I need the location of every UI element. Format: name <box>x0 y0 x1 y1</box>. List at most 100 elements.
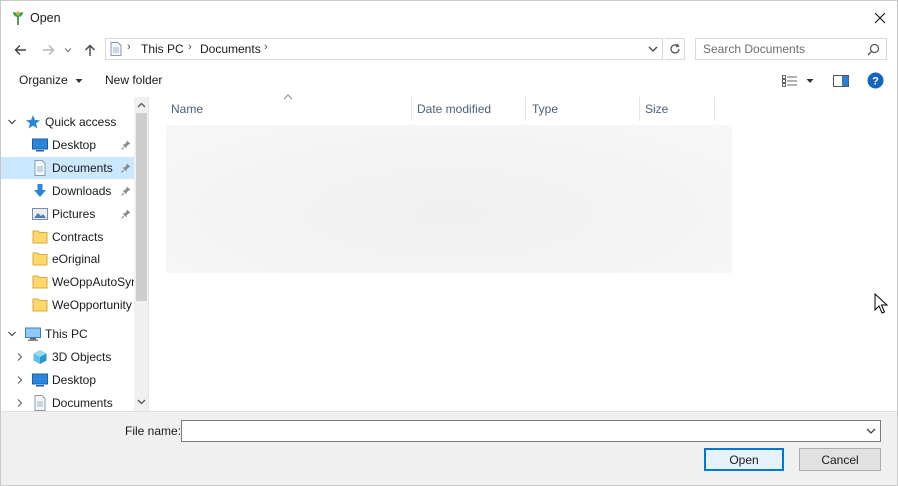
tree-label: 3D Objects <box>52 350 112 364</box>
scroll-down-button[interactable] <box>136 396 147 408</box>
star-icon <box>26 115 40 129</box>
command-bar: Organize New folder ? <box>1 67 897 95</box>
breadcrumb-separator-icon: › <box>127 41 131 53</box>
chevron-up-icon <box>137 102 146 108</box>
chevron-down-icon <box>648 46 658 52</box>
pin-icon[interactable] <box>121 209 131 219</box>
breadcrumb-this-pc[interactable]: This PC <box>141 42 184 56</box>
pictures-icon <box>32 208 48 220</box>
change-view-button[interactable] <box>782 73 814 89</box>
close-button[interactable] <box>863 1 897 35</box>
column-header-name[interactable]: Name <box>171 97 203 121</box>
mouse-cursor-icon <box>874 293 888 314</box>
cancel-button[interactable]: Cancel <box>799 448 881 471</box>
help-icon: ? <box>867 72 884 88</box>
file-name-label: File name: <box>125 424 182 438</box>
desktop-icon <box>32 138 48 152</box>
open-dialog: Open › This PC › Documents › Search Docu… <box>0 0 898 486</box>
documents-icon <box>110 42 122 56</box>
column-divider[interactable] <box>714 97 715 121</box>
scroll-up-button[interactable] <box>136 99 147 111</box>
back-button[interactable] <box>11 40 29 60</box>
caret-down-icon <box>806 79 814 83</box>
breadcrumb-separator-icon: › <box>264 41 268 53</box>
breadcrumb-documents[interactable]: Documents <box>200 42 261 56</box>
refresh-icon <box>669 43 680 54</box>
tree-label: Desktop <box>52 138 97 152</box>
pin-icon[interactable] <box>121 163 131 173</box>
tree-item-contracts[interactable]: Contracts <box>1 226 134 248</box>
arrow-left-icon <box>14 45 26 55</box>
tree-label: WeOppAutoSyn <box>52 275 138 289</box>
column-divider[interactable] <box>525 97 526 121</box>
tree-label: Quick access <box>45 115 117 129</box>
column-header-date-modified[interactable]: Date modified <box>417 97 491 121</box>
tree-item-3d-objects[interactable]: 3D Objects <box>1 346 134 368</box>
dialog-title: Open <box>30 11 61 25</box>
download-arrow-icon <box>34 184 46 197</box>
pin-icon[interactable] <box>121 140 131 150</box>
tree-item-documents[interactable]: Documents <box>1 157 134 179</box>
tree-item-weopportunity[interactable]: WeOpportunity <box>1 294 134 316</box>
tree-label: Desktop <box>52 373 97 387</box>
chevron-down-icon <box>64 48 72 53</box>
tree-item-pictures[interactable]: Pictures <box>1 203 134 225</box>
file-name-dropdown-button[interactable] <box>865 424 877 438</box>
column-header-size[interactable]: Size <box>645 97 668 121</box>
folder-icon <box>32 275 48 289</box>
breadcrumb-separator-icon: › <box>188 41 192 53</box>
new-folder-button[interactable]: New folder <box>105 73 162 87</box>
file-list[interactable]: Name Date modified Type Size <box>150 94 897 411</box>
tree-label: Documents <box>52 396 113 410</box>
tree-item-pc-documents[interactable]: Documents <box>1 392 134 411</box>
chevron-expanded-icon <box>8 119 16 125</box>
search-placeholder: Search Documents <box>703 42 806 56</box>
address-bar[interactable]: › This PC › Documents › <box>105 38 663 60</box>
preview-pane-button[interactable] <box>833 73 849 89</box>
svg-text:?: ? <box>872 75 879 87</box>
desktop-icon <box>32 373 48 387</box>
tree-label: This PC <box>45 327 88 341</box>
forward-button[interactable] <box>39 40 57 60</box>
title-bar: Open <box>1 1 897 35</box>
tree-item-quick-access[interactable]: Quick access <box>1 111 134 133</box>
tree-item-this-pc[interactable]: This PC <box>1 323 134 345</box>
tree-item-downloads[interactable]: Downloads <box>1 180 134 202</box>
tree-item-desktop[interactable]: Desktop <box>1 134 134 156</box>
search-icon <box>867 43 880 56</box>
tree-item-eoriginal[interactable]: eOriginal <box>1 248 134 270</box>
caret-down-icon <box>75 79 83 83</box>
3d-objects-icon <box>33 350 47 364</box>
navigation-pane-scrollbar[interactable] <box>134 97 148 411</box>
column-header-type[interactable]: Type <box>532 97 558 121</box>
help-button[interactable]: ? <box>867 72 884 88</box>
recent-locations-button[interactable] <box>62 40 74 60</box>
tree-label: Contracts <box>52 230 104 244</box>
open-button[interactable]: Open <box>704 448 784 471</box>
column-divider[interactable] <box>411 97 412 121</box>
up-button[interactable] <box>81 40 99 60</box>
tree-label: Documents <box>52 161 113 175</box>
refresh-button[interactable] <box>665 38 685 60</box>
organize-menu[interactable]: Organize <box>19 73 83 87</box>
tree-item-weoppautosyn[interactable]: WeOppAutoSyn <box>1 271 138 293</box>
folder-icon <box>32 298 48 312</box>
chevron-collapsed-icon <box>17 353 23 361</box>
column-divider[interactable] <box>639 97 640 121</box>
navigation-pane: Quick access Desktop Documents Downloads… <box>1 97 149 411</box>
chevron-expanded-icon <box>8 331 16 337</box>
arrow-up-icon <box>85 44 95 56</box>
file-name-input[interactable] <box>181 420 881 442</box>
search-box[interactable]: Search Documents <box>695 38 887 60</box>
pin-icon[interactable] <box>121 186 131 196</box>
documents-icon <box>34 160 46 176</box>
bottom-panel: File name: Open Cancel <box>1 411 897 485</box>
close-icon <box>874 12 886 24</box>
address-dropdown-button[interactable] <box>646 42 660 56</box>
navigation-bar: › This PC › Documents › Search Documents <box>1 37 897 63</box>
chevron-down-icon <box>137 399 146 405</box>
scroll-thumb[interactable] <box>136 113 147 301</box>
chevron-collapsed-icon <box>17 376 23 384</box>
blurred-file-area <box>166 125 732 273</box>
tree-item-pc-desktop[interactable]: Desktop <box>1 369 134 391</box>
